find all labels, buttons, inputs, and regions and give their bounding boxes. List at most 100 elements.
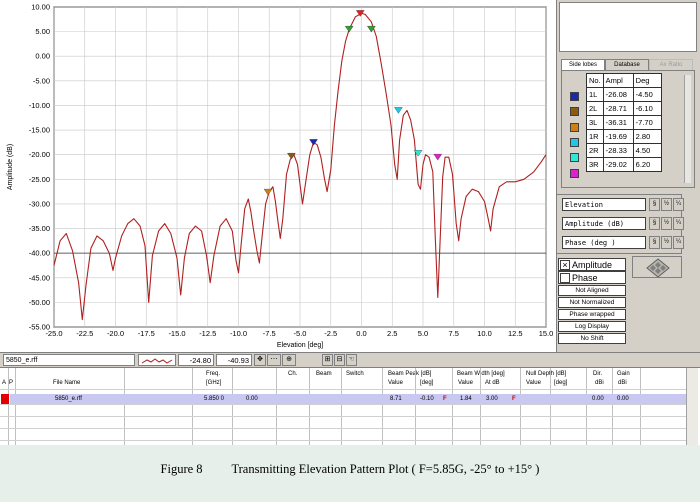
tab-database[interactable]: Database (605, 59, 649, 70)
list-item[interactable]: 2R -28.33 4.50 (586, 143, 662, 158)
grid-divider (382, 368, 383, 446)
y-tick-label: -35.00 (29, 224, 50, 233)
y-tick-label: -20.00 (29, 150, 50, 159)
lobe-color-swatch[interactable] (570, 153, 579, 163)
list-item[interactable]: 3L -36.31 -7.70 (586, 115, 662, 130)
y-axis-select[interactable]: Amplitude (dB) (562, 217, 646, 230)
pan-tool-button[interactable] (632, 256, 682, 278)
x-tick-label: 0.0 (356, 329, 366, 338)
grid-row-line (0, 428, 686, 429)
lobe-no-cell: 3L (586, 115, 604, 130)
crosshair-icon[interactable]: ✥ (254, 354, 266, 366)
grid-scrollbar[interactable] (686, 368, 698, 446)
lobe-ampl-cell: -19.69 (602, 129, 634, 144)
grid-divider (480, 368, 481, 446)
grid-divider (8, 368, 9, 446)
col-gain: Gain (617, 371, 630, 377)
tab-ax-ratio[interactable]: Ax Ratio (649, 59, 693, 70)
grid-divider (415, 368, 416, 446)
x-tick-label: -15.0 (168, 329, 185, 338)
log-display-toggle-button[interactable]: Log Display (558, 321, 626, 332)
figure-title: Transmitting Elevation Pattern Plot ( F=… (231, 462, 540, 476)
grid-divider (550, 368, 551, 446)
phase-checkbox[interactable]: Phase (558, 271, 626, 284)
zoom-in-icon[interactable]: ⊟ (334, 354, 345, 366)
lobe-color-swatch[interactable] (570, 92, 579, 101)
lobe-ampl-cell: -28.71 (602, 101, 634, 116)
lobe-deg-cell: -6.10 (632, 101, 662, 116)
x-tick-label: -10.0 (230, 329, 247, 338)
row-ch: 0.00 (246, 396, 258, 402)
row-file-name: 5850_e.rff (55, 396, 82, 402)
elevation-pattern-plot[interactable]: 10.00 5.00 0.00 -5.00 -10.00 -15.00 -20.00 -25.… (0, 0, 556, 352)
list-item[interactable]: 1L -26.08 -4.50 (586, 87, 662, 102)
grid-row-line (0, 404, 686, 405)
y2-axis-scale-button[interactable]: ½ (661, 236, 672, 249)
cursor-dropdown-icon[interactable]: ⊕ (282, 354, 296, 366)
x-axis-select[interactable]: Elevation (562, 198, 646, 211)
y2-axis-config-button[interactable]: § (649, 236, 660, 249)
lobe-color-swatch[interactable] (570, 168, 579, 178)
lobe-color-swatch[interactable] (570, 137, 579, 147)
col-bw-value: Value (458, 380, 473, 386)
y2-axis-selector: Phase (deg ) § ½ ¼ (557, 235, 691, 252)
lobe-no-cell: 2L (586, 101, 604, 116)
tab-side-lobes[interactable]: Side lobes (561, 59, 605, 70)
axis-selector-frame: Elevation § ½ ¼ Amplitude (dB) § ½ ¼ Pha… (556, 194, 684, 254)
zoom-tool-icon[interactable]: ⊞ (322, 354, 333, 366)
y-axis-scale-button[interactable]: ½ (661, 217, 672, 230)
x-tick-label: -5.0 (294, 329, 307, 338)
lobe-color-swatch[interactable] (570, 122, 579, 132)
lobe-ampl-cell: -26.08 (602, 87, 634, 102)
lobe-table-scrollbar[interactable] (684, 75, 691, 183)
normalize-toggle-button[interactable]: Not Normalized (558, 297, 626, 308)
row-freq: 5.850 0 (204, 396, 225, 402)
x-axis-selector: Elevation § ½ ¼ (557, 197, 691, 214)
notes-box[interactable] (559, 2, 697, 52)
figure-caption: Figure 8 Transmitting Elevation Pattern … (0, 462, 700, 477)
row-bw-flag: F (512, 396, 516, 402)
x-tick-label: -20.0 (107, 329, 124, 338)
file-name-field[interactable]: 5850_e.rff (3, 354, 135, 366)
y2-axis-range-button[interactable]: ¼ (673, 236, 684, 249)
grid-divider (520, 368, 521, 446)
table-header-row: No. Ampl Deg (586, 73, 662, 88)
row-bw-at: 3.00 (486, 396, 498, 402)
table-row[interactable] (10, 394, 686, 404)
hand-tool-icon[interactable]: ☜ (346, 354, 357, 366)
shift-toggle-button[interactable]: No Shift (558, 333, 626, 344)
y-axis-config-button[interactable]: § (649, 217, 660, 230)
col-freq-unit: [GHz] (206, 380, 222, 386)
row-bp-deg: -0.10 (420, 396, 434, 402)
list-item[interactable]: 1R -19.69 2.80 (586, 129, 662, 144)
plot-area[interactable]: 10.00 5.00 0.00 -5.00 -10.00 -15.00 -20.00 -25.… (0, 0, 556, 352)
grid-divider (309, 368, 310, 446)
x-tick-label: -12.5 (199, 329, 216, 338)
list-item[interactable]: 3R -29.02 6.20 (586, 157, 662, 172)
col-switch: Switch (346, 371, 364, 377)
lobe-deg-cell: 2.80 (632, 129, 662, 144)
x-axis-config-button[interactable]: § (649, 198, 660, 211)
amplitude-checkbox[interactable]: × Amplitude (558, 258, 626, 271)
x-axis-scale-button[interactable]: ½ (661, 198, 672, 211)
x-axis-range-button[interactable]: ¼ (673, 198, 684, 211)
lobe-ampl-cell: -29.02 (602, 157, 634, 172)
y-axis-range-button[interactable]: ¼ (673, 217, 684, 230)
grid-icon[interactable]: ⋯ (267, 354, 281, 366)
x-tick-label: 5.0 (418, 329, 428, 338)
grid-divider (640, 368, 641, 446)
x-axis-label: Elevation [deg] (277, 342, 323, 349)
row-gain: 0.00 (617, 396, 629, 402)
col-ch: Ch. (288, 371, 298, 377)
align-toggle-button[interactable]: Not Aligned (558, 285, 626, 296)
y2-axis-select[interactable]: Phase (deg ) (562, 236, 646, 249)
col-header-ampl: Ampl (602, 73, 634, 88)
lobe-color-swatch[interactable] (570, 107, 579, 117)
lobe-no-cell: 1L (586, 87, 604, 102)
side-lobe-panel: No. Ampl Deg 1L -26.08 -4.50 2L -28.71 -6.10 3… (561, 70, 695, 188)
list-item[interactable]: 2L -28.71 -6.10 (586, 101, 662, 116)
col-nd-value: Value (526, 380, 541, 386)
active-row-indicator[interactable] (1, 394, 9, 404)
phase-wrap-toggle-button[interactable]: Phase wrapped (558, 309, 626, 320)
y-tick-label: -10.00 (29, 101, 50, 110)
